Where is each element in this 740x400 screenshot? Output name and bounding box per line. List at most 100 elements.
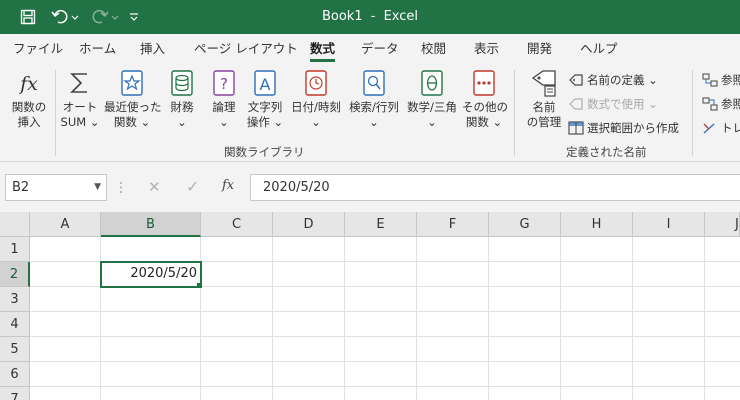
column-header-f[interactable]: F [417,212,489,237]
name-manager-label-1: 名前 [532,100,556,114]
row-header-2[interactable]: 2 [0,262,30,287]
svg-text:fx: fx [18,73,38,95]
column-header-j[interactable]: J [705,212,740,237]
tab-insert[interactable]: 挿入 [140,34,165,64]
create-from-selection-label: 選択範囲から作成 [587,121,679,135]
enter-icon[interactable]: ✓ [186,177,199,196]
formula-input[interactable]: 2020/5/20 [250,174,740,201]
column-header-g[interactable]: G [489,212,561,237]
row-header-3[interactable]: 3 [0,287,30,312]
more-dots-book-icon [473,70,495,96]
logical-button[interactable]: ? 論理 ⌄ [206,68,242,130]
tag-icon [569,74,583,86]
tab-data[interactable]: データ [361,34,399,64]
column-header-i[interactable]: I [633,212,705,237]
row-header-6[interactable]: 6 [0,362,30,387]
formula-bar: B2 ▼ ✕ ✓ fx 2020/5/20 [0,162,740,212]
tab-home[interactable]: ホーム [79,34,116,64]
logical-label-2: ⌄ [219,115,229,129]
trace-precedents-button[interactable]: 参照 [702,72,740,88]
formula-controls: ✕ ✓ fx [110,174,248,201]
tab-page-layout[interactable]: ページ レイアウト [194,34,298,64]
insert-function-label-2: 挿入 [17,115,41,129]
select-all-corner[interactable] [0,212,30,237]
date-time-label-1: 日付/時刻 [291,100,341,114]
tab-developer[interactable]: 開発 [527,34,552,64]
row-header-1[interactable]: 1 [0,237,30,262]
ribbon-separator [692,70,693,156]
lookup-reference-label-1: 検索/行列 [349,100,399,114]
tab-formulas[interactable]: 数式 [310,34,336,64]
recently-used-button[interactable]: 最近使った 関数 ⌄ [104,68,162,130]
lookup-reference-button[interactable]: 検索/行列 ⌄ [346,68,402,130]
tab-view[interactable]: 表示 [474,34,499,64]
logical-label-1: 論理 [212,100,236,114]
column-header-c[interactable]: C [201,212,273,237]
use-in-formula-label: 数式で使用 ⌄ [587,97,658,111]
cancel-icon[interactable]: ✕ [148,178,161,196]
column-header-a[interactable]: A [30,212,101,237]
math-trig-button[interactable]: 数学/三角 ⌄ [404,68,460,130]
trace-dependents-label: 参照 [721,97,740,111]
tab-file[interactable]: ファイル [13,34,63,64]
tab-help[interactable]: ヘルプ [580,34,618,64]
financial-button[interactable]: 財務 ⌄ [164,68,200,130]
date-time-button[interactable]: 日付/時刻 ⌄ [288,68,344,130]
autosum-button[interactable]: オート SUM ⌄ [58,68,102,130]
cell-b2[interactable]: 2020/5/20 [100,261,202,288]
svg-text:A: A [260,75,271,94]
column-header-e[interactable]: E [345,212,417,237]
formula-tag-icon [569,98,583,110]
lookup-reference-label-2: ⌄ [369,115,379,129]
trace-precedents-icon [702,73,718,87]
window-title: Book1 - Excel [0,0,740,34]
clock-book-icon [305,70,327,96]
remove-arrows-button[interactable]: トレ [702,120,740,136]
more-functions-label-1: その他の [462,100,508,114]
more-functions-button[interactable]: その他の 関数 ⌄ [462,68,508,130]
define-name-button[interactable]: 名前の定義 ⌄ [568,72,658,88]
star-book-icon [121,70,143,96]
column-header-b[interactable]: B [101,212,201,237]
create-from-selection-button[interactable]: 選択範囲から作成 [568,120,679,136]
ribbon-separator [514,70,515,156]
autosum-label-1: オート [62,100,98,114]
question-book-icon: ? [213,70,235,96]
remove-arrows-label: トレ [721,121,740,135]
tab-review[interactable]: 校閲 [421,34,446,64]
svg-text:?: ? [220,75,228,93]
row-header-7[interactable]: 7 [0,387,30,400]
define-name-label: 名前の定義 ⌄ [587,73,658,87]
financial-label-2: ⌄ [177,115,187,129]
column-header-d[interactable]: D [273,212,345,237]
name-box[interactable]: B2 ▼ [5,174,107,201]
title-bar: Book1 - Excel [0,0,740,34]
app-name: Excel [383,9,419,24]
date-time-label-2: ⌄ [311,115,321,129]
recently-used-label-1: 最近使った [104,100,162,114]
function-library-group-label: 関数ライブラリ [224,145,305,159]
grid-selection-icon [568,121,584,135]
ribbon-tabs: ファイル ホーム 挿入 ページ レイアウト 数式 データ 校閲 表示 開発 ヘル… [0,34,740,64]
use-in-formula-button[interactable]: 数式で使用 ⌄ [568,96,658,112]
insert-function-icon[interactable]: fx [222,178,234,193]
text-functions-label-2: 操作 ⌄ [246,115,284,129]
more-functions-label-2: 関数 ⌄ [465,115,503,129]
autosum-label-2: SUM ⌄ [60,115,100,129]
magnifier-book-icon [363,70,385,96]
chevron-down-icon[interactable]: ▼ [94,175,101,200]
worksheet-grid: A B C D E F G H I J 1 2 3 4 5 6 7 2020/5… [0,212,740,400]
row-header-4[interactable]: 4 [0,312,30,337]
name-manager-button[interactable]: 名前 の管理 [522,68,566,130]
text-functions-button[interactable]: A 文字列 操作 ⌄ [244,68,286,130]
column-header-h[interactable]: H [561,212,633,237]
defined-names-group-label: 定義された名前 [566,145,647,159]
theta-book-icon [421,70,443,96]
insert-function-button[interactable]: fx 関数の 挿入 [8,68,50,130]
sigma-icon [70,73,87,93]
workbook-name: Book1 [321,9,363,24]
trace-dependents-button[interactable]: 参照 [702,96,740,112]
financial-label-1: 財務 [170,100,194,114]
row-header-5[interactable]: 5 [0,337,30,362]
math-trig-label-1: 数学/三角 [407,100,457,114]
